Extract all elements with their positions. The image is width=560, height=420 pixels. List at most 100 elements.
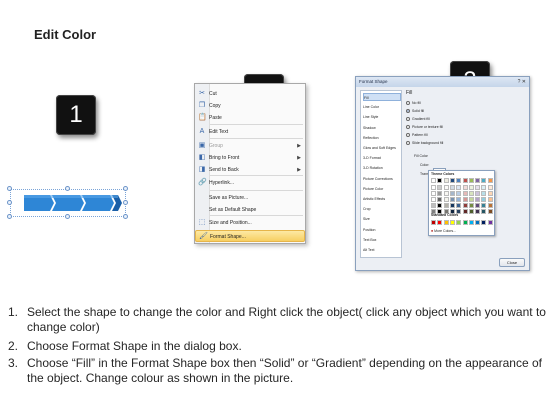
standard-color-swatch[interactable] <box>437 220 443 225</box>
color-swatch[interactable] <box>475 202 481 208</box>
color-swatch[interactable] <box>487 185 493 191</box>
color-swatch[interactable] <box>431 191 436 197</box>
nav-item-text-box[interactable]: Text Box <box>363 236 401 244</box>
color-swatch[interactable] <box>443 178 449 183</box>
resize-handle[interactable] <box>7 214 12 219</box>
nav-item-picture-color[interactable]: Picture Color <box>363 185 401 193</box>
help-icon[interactable]: ? <box>518 79 521 85</box>
color-swatch[interactable] <box>443 191 449 197</box>
color-swatch[interactable] <box>462 196 468 202</box>
color-swatch[interactable] <box>431 178 436 183</box>
color-swatch[interactable] <box>487 202 493 208</box>
color-swatch[interactable] <box>456 191 462 197</box>
color-swatch[interactable] <box>449 185 455 191</box>
standard-color-swatch[interactable] <box>475 220 481 225</box>
radio-button-icon[interactable] <box>406 109 410 114</box>
menu-item-copy[interactable]: ❐ Copy <box>195 100 305 112</box>
menu-item-save-as-picture[interactable]: Save as Picture... <box>195 192 305 204</box>
menu-item-send-to-back[interactable]: ◨ Send to Back ▶ <box>195 164 305 176</box>
color-swatch[interactable] <box>449 191 455 197</box>
radio-button-icon[interactable] <box>406 101 410 106</box>
radio-button-icon[interactable] <box>406 141 410 146</box>
color-swatch[interactable] <box>481 196 487 202</box>
color-swatch[interactable] <box>468 191 474 197</box>
color-swatch[interactable] <box>443 196 449 202</box>
standard-color-swatch[interactable] <box>468 220 474 225</box>
standard-color-swatch[interactable] <box>443 220 449 225</box>
color-swatch[interactable] <box>443 185 449 191</box>
color-swatch[interactable] <box>443 202 449 208</box>
color-swatch[interactable] <box>456 178 462 183</box>
color-swatch[interactable] <box>456 185 462 191</box>
menu-item-paste[interactable]: 📋 Paste <box>195 112 305 124</box>
color-swatch[interactable] <box>481 178 487 183</box>
nav-item-line-color[interactable]: Line Color <box>363 103 401 111</box>
close-icon[interactable]: ✕ <box>522 79 526 85</box>
color-swatch[interactable] <box>431 202 436 208</box>
menu-item-cut[interactable]: ✂ Cut <box>195 88 305 100</box>
menu-item-bring-to-front[interactable]: ◧ Bring to Front ▶ <box>195 152 305 164</box>
color-swatch[interactable] <box>487 178 493 183</box>
nav-item-3-d-format[interactable]: 3-D Format <box>363 154 401 162</box>
nav-item-artistic-effects[interactable]: Artistic Effects <box>363 195 401 203</box>
color-swatch[interactable] <box>462 202 468 208</box>
color-swatch[interactable] <box>487 196 493 202</box>
color-swatch[interactable] <box>437 202 443 208</box>
color-swatch[interactable] <box>437 185 443 191</box>
standard-color-swatch[interactable] <box>481 220 487 225</box>
fill-option-radio[interactable]: Picture or texture fill <box>406 124 443 130</box>
fill-option-radio[interactable]: Slide background fill <box>406 140 443 146</box>
color-swatch[interactable] <box>449 202 455 208</box>
color-swatch[interactable] <box>468 185 474 191</box>
resize-handle[interactable] <box>123 186 128 191</box>
more-colors-link[interactable]: ■ More Colors... <box>431 229 456 233</box>
color-swatch[interactable] <box>487 191 493 197</box>
menu-item-set-as-default-shape[interactable]: Set as Default Shape <box>195 204 305 216</box>
resize-handle[interactable] <box>123 200 128 205</box>
menu-item-hyperlink[interactable]: 🔗 Hyperlink... <box>195 177 305 189</box>
color-swatch[interactable] <box>481 202 487 208</box>
standard-color-swatch[interactable] <box>487 220 493 225</box>
color-swatch[interactable] <box>449 196 455 202</box>
color-swatch[interactable] <box>468 178 474 183</box>
fill-option-radio[interactable]: No fill <box>406 100 421 106</box>
menu-item-edit-text[interactable]: A Edit Text <box>195 126 305 138</box>
color-swatch[interactable] <box>475 185 481 191</box>
nav-item-size[interactable]: Size <box>363 215 401 223</box>
nav-item-position[interactable]: Position <box>363 226 401 234</box>
fill-option-radio[interactable]: Solid fill <box>406 108 424 114</box>
menu-item-group[interactable]: ▣ Group ▶ <box>195 140 305 152</box>
nav-item-alt-text[interactable]: Alt Text <box>363 246 401 254</box>
standard-color-swatch[interactable] <box>449 220 455 225</box>
color-swatch[interactable] <box>437 196 443 202</box>
color-swatch[interactable] <box>462 208 468 214</box>
color-swatch[interactable] <box>437 191 443 197</box>
radio-button-icon[interactable] <box>406 125 410 130</box>
nav-item-picture-corrections[interactable]: Picture Corrections <box>363 175 401 183</box>
fill-option-radio[interactable]: Pattern fill <box>406 132 428 138</box>
nav-item-crop[interactable]: Crop <box>363 205 401 213</box>
color-swatch[interactable] <box>481 191 487 197</box>
nav-item-glow-and-soft-edges[interactable]: Glow and Soft Edges <box>363 144 401 152</box>
nav-item-3-d-rotation[interactable]: 3-D Rotation <box>363 164 401 172</box>
color-swatch[interactable] <box>475 178 481 183</box>
resize-handle[interactable] <box>7 186 12 191</box>
resize-handle[interactable] <box>123 214 128 219</box>
color-swatch[interactable] <box>481 185 487 191</box>
resize-handle[interactable] <box>7 200 12 205</box>
color-swatch[interactable] <box>456 202 462 208</box>
color-swatch[interactable] <box>468 202 474 208</box>
standard-color-swatch[interactable] <box>456 220 462 225</box>
color-swatch[interactable] <box>475 196 481 202</box>
menu-item-size-and-position[interactable]: ⬚ Size and Position... <box>195 217 305 229</box>
resize-handle[interactable] <box>65 186 70 191</box>
color-swatch[interactable] <box>487 208 493 214</box>
color-swatch[interactable] <box>431 185 436 191</box>
standard-color-swatch[interactable] <box>462 220 468 225</box>
radio-button-icon[interactable] <box>406 117 410 122</box>
color-swatch[interactable] <box>431 196 436 202</box>
chevron-arrow-shape[interactable] <box>10 189 126 217</box>
selected-shape[interactable] <box>7 186 128 219</box>
color-swatch[interactable] <box>456 196 462 202</box>
dialog-close-button[interactable]: Close <box>499 258 525 267</box>
